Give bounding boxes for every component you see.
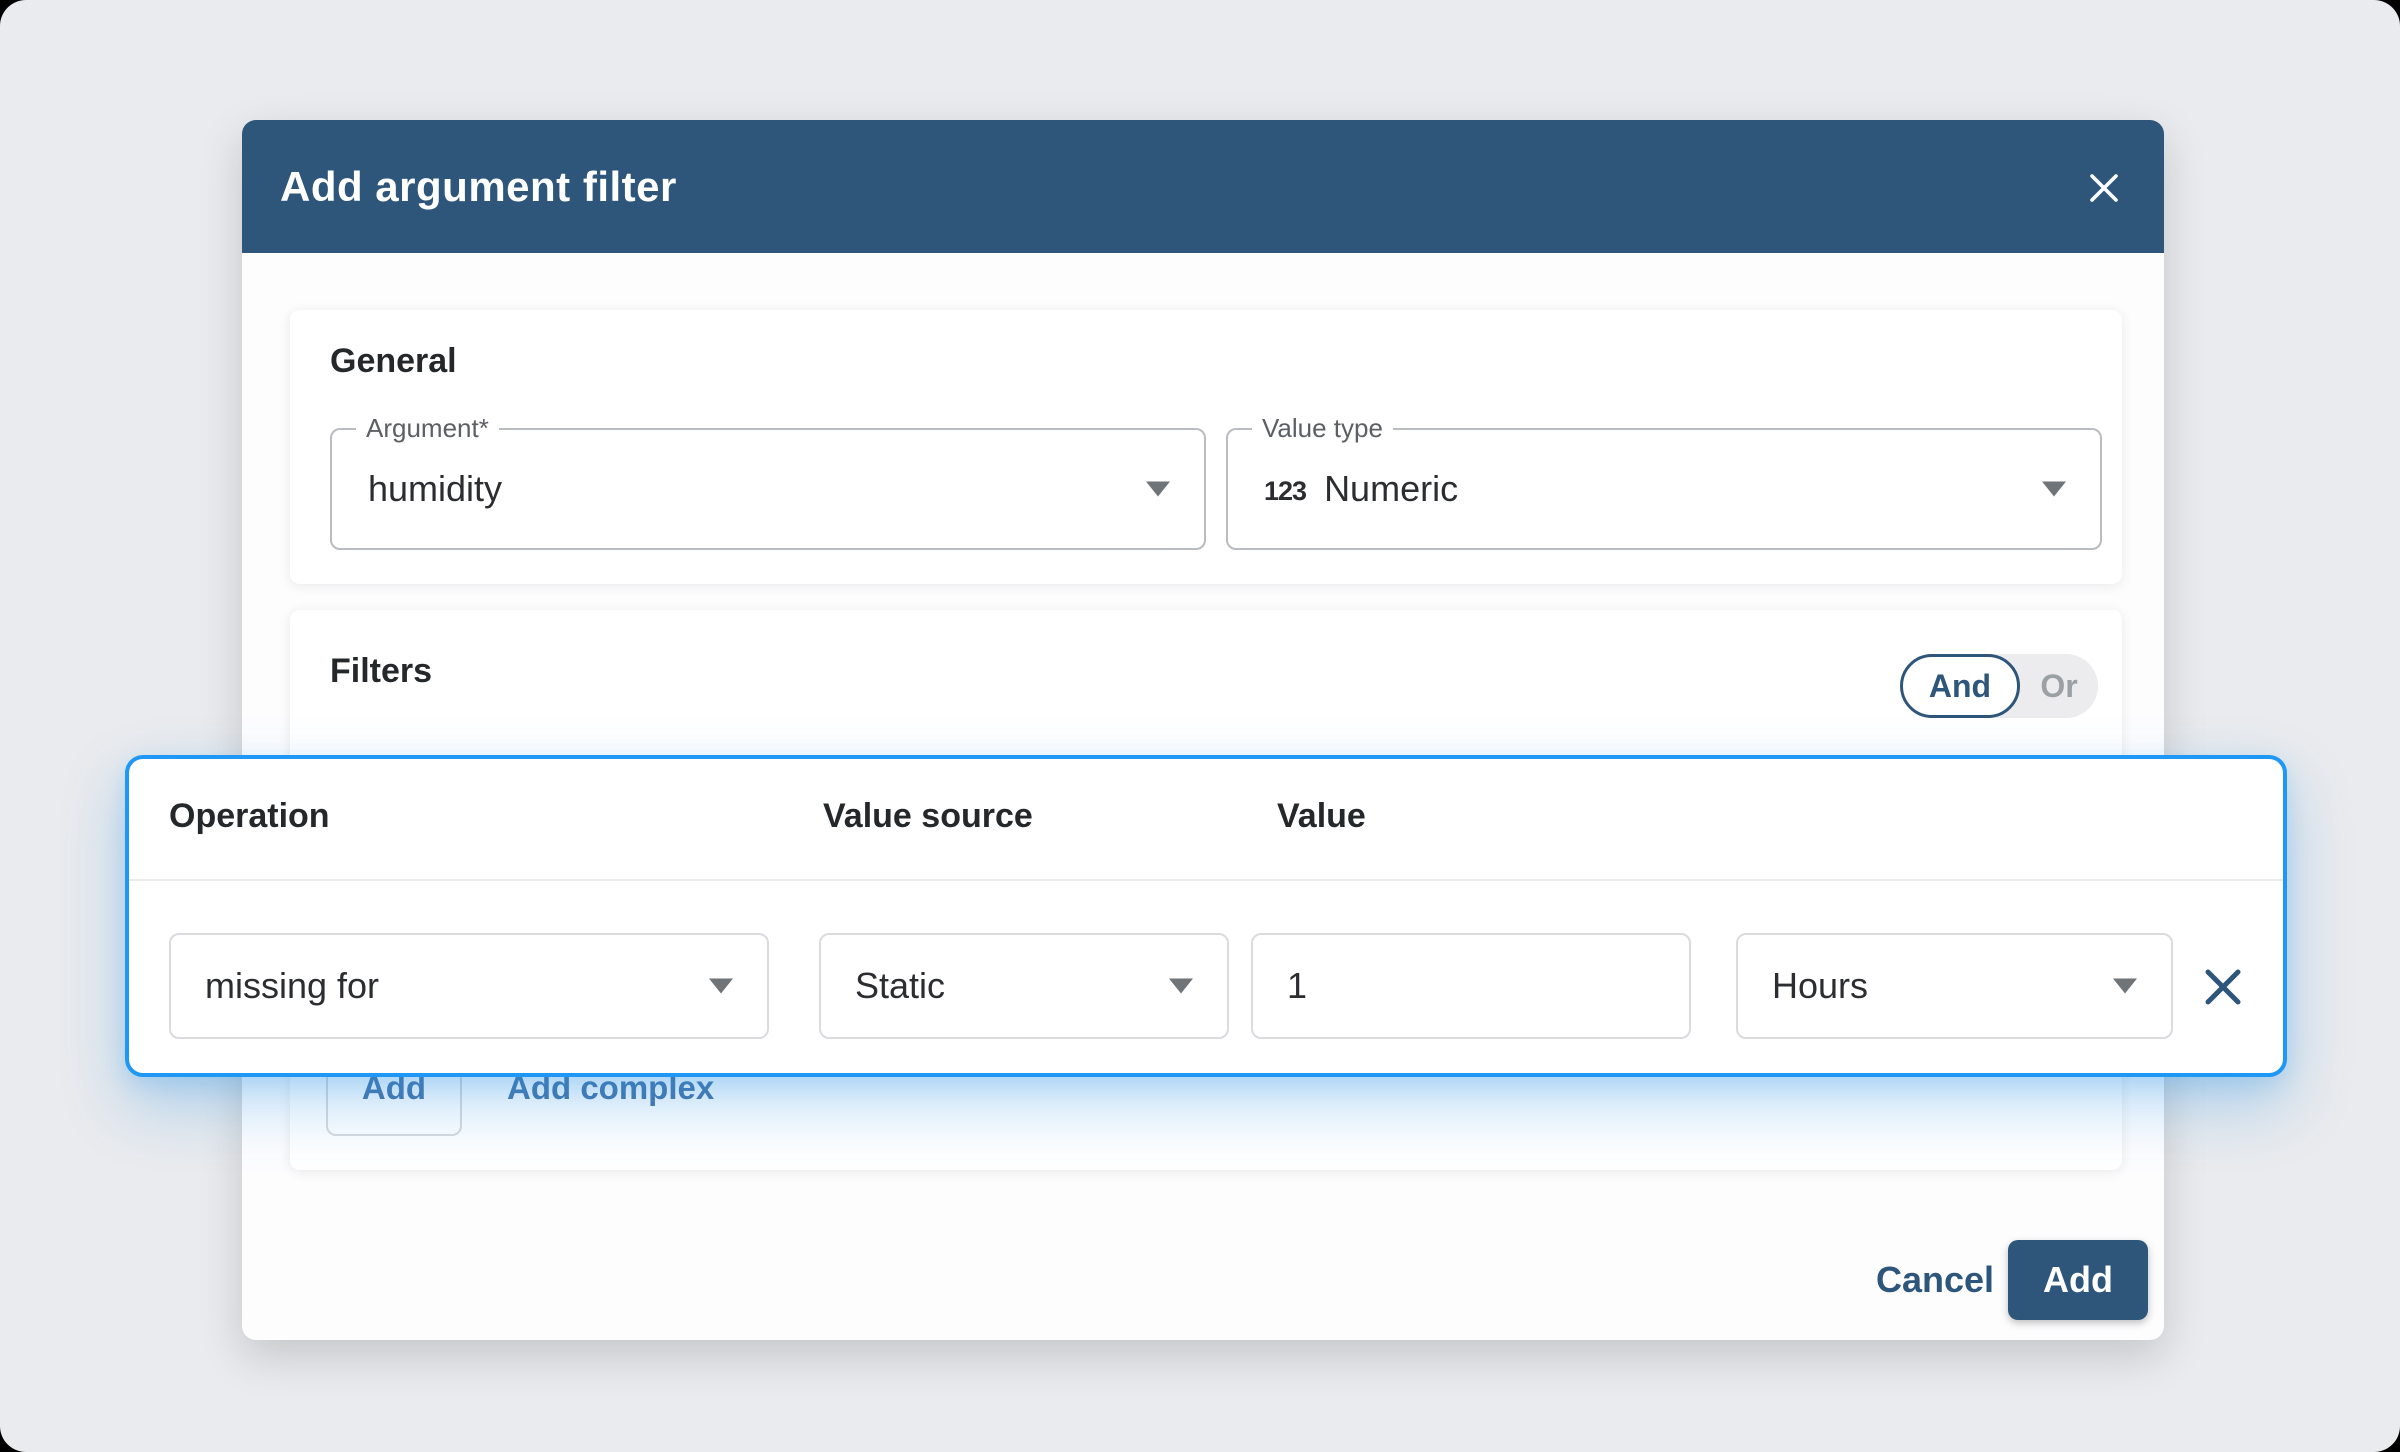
chevron-down-icon	[2113, 979, 2137, 994]
logic-toggle: And Or	[1900, 654, 2098, 718]
argument-select[interactable]: Argument* humidity	[330, 428, 1206, 550]
page-background: Add argument filter General Argument* hu…	[0, 0, 2400, 1452]
unit-value: Hours	[1772, 965, 1868, 1007]
chevron-down-icon	[1169, 979, 1193, 994]
operation-value: missing for	[205, 965, 379, 1007]
general-section: General Argument* humidity Value type 12…	[290, 310, 2122, 584]
argument-value: humidity	[368, 468, 502, 510]
filters-heading: Filters	[330, 652, 432, 691]
value-column-header: Value	[1277, 797, 1366, 836]
close-button[interactable]	[2080, 164, 2128, 212]
cancel-button[interactable]: Cancel	[1862, 1240, 2008, 1320]
or-toggle-button[interactable]: Or	[2020, 668, 2098, 705]
chevron-down-icon	[2042, 482, 2066, 497]
close-icon	[2082, 166, 2126, 210]
panel-divider	[129, 879, 2283, 881]
operation-column-header: Operation	[169, 797, 330, 836]
remove-filter-button[interactable]	[2193, 957, 2253, 1017]
add-button[interactable]: Add	[2008, 1240, 2148, 1320]
value-source-value: Static	[855, 965, 945, 1007]
operation-select[interactable]: missing for	[169, 933, 769, 1039]
value-source-select[interactable]: Static	[819, 933, 1229, 1039]
chevron-down-icon	[709, 979, 733, 994]
dialog-header: Add argument filter	[242, 120, 2164, 253]
value-type-label: Value type	[1252, 413, 1393, 444]
dialog-title: Add argument filter	[280, 163, 677, 211]
general-heading: General	[330, 342, 457, 381]
numeric-123-icon: 123	[1264, 476, 1306, 507]
value-input[interactable]	[1251, 933, 1691, 1039]
and-toggle-button[interactable]: And	[1900, 654, 2020, 718]
value-source-column-header: Value source	[823, 797, 1033, 836]
unit-select[interactable]: Hours	[1736, 933, 2173, 1039]
remove-icon	[2197, 961, 2249, 1013]
add-argument-filter-dialog: Add argument filter General Argument* hu…	[242, 120, 2164, 1340]
value-type-select[interactable]: Value type 123 Numeric	[1226, 428, 2102, 550]
chevron-down-icon	[1146, 482, 1170, 497]
value-type-value: Numeric	[1324, 468, 1458, 510]
argument-label: Argument*	[356, 413, 499, 444]
filter-row-panel: Operation Value source Value missing for…	[125, 755, 2287, 1077]
